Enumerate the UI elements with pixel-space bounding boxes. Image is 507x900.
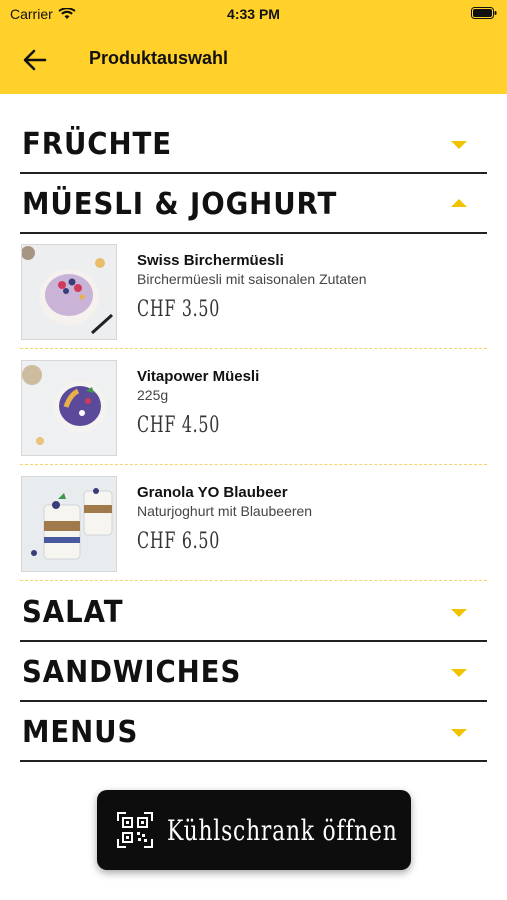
category-label: MENUS <box>22 715 139 750</box>
product-image-birchermueesli <box>21 244 117 340</box>
chevron-down-icon <box>451 729 467 737</box>
nav-bar: Produktauswahl <box>0 44 507 76</box>
product-item[interactable]: Granola YO Blaubeer Naturjoghurt mit Bla… <box>20 466 487 581</box>
category-label: FRÜCHTE <box>22 127 173 162</box>
product-price: CHF 4.50 <box>137 413 220 438</box>
chevron-down-icon <box>451 669 467 677</box>
category-sandwiches[interactable]: SANDWICHES <box>20 642 487 702</box>
category-fruechte[interactable]: FRÜCHTE <box>20 114 487 174</box>
status-bar: Carrier 4:33 PM <box>0 0 507 28</box>
product-name: Swiss Birchermüesli <box>137 252 284 269</box>
open-fridge-button[interactable]: Kühlschrank öffnen <box>97 790 411 870</box>
product-name: Vitapower Müesli <box>137 368 260 385</box>
product-description: Birchermüesli mit saisonalen Zutaten <box>137 271 367 287</box>
product-price: CHF 3.50 <box>137 297 220 322</box>
category-label: MÜESLI & JOGHURT <box>22 187 338 222</box>
status-time: 4:33 PM <box>227 6 280 22</box>
product-image-granola <box>21 476 117 572</box>
category-menus[interactable]: MENUS <box>20 702 487 762</box>
page-title: Produktauswahl <box>89 48 229 68</box>
category-label: SALAT <box>22 595 124 630</box>
product-description: Naturjoghurt mit Blaubeeren <box>137 503 313 519</box>
product-item[interactable]: Swiss Birchermüesli Birchermüesli mit sa… <box>20 234 487 349</box>
product-item[interactable]: Vitapower Müesli 225g CHF 4.50 <box>20 350 487 465</box>
product-price: CHF 6.50 <box>137 529 220 554</box>
qr-code-icon <box>117 812 153 848</box>
product-description: 225g <box>137 387 169 403</box>
chevron-down-icon <box>451 609 467 617</box>
battery-icon <box>471 7 497 19</box>
category-mueesli-joghurt[interactable]: MÜESLI & JOGHURT <box>20 174 487 234</box>
chevron-up-icon <box>451 199 467 207</box>
app-header: Carrier 4:33 PM Produktauswahl <box>0 0 507 94</box>
product-name: Granola YO Blaubeer <box>137 484 288 501</box>
category-salat[interactable]: SALAT <box>20 582 487 642</box>
chevron-down-icon <box>451 141 467 149</box>
back-arrow-icon[interactable] <box>22 48 48 72</box>
open-fridge-label: Kühlschrank öffnen <box>167 814 398 847</box>
product-image-vitapower <box>21 360 117 456</box>
category-label: SANDWICHES <box>22 655 242 690</box>
